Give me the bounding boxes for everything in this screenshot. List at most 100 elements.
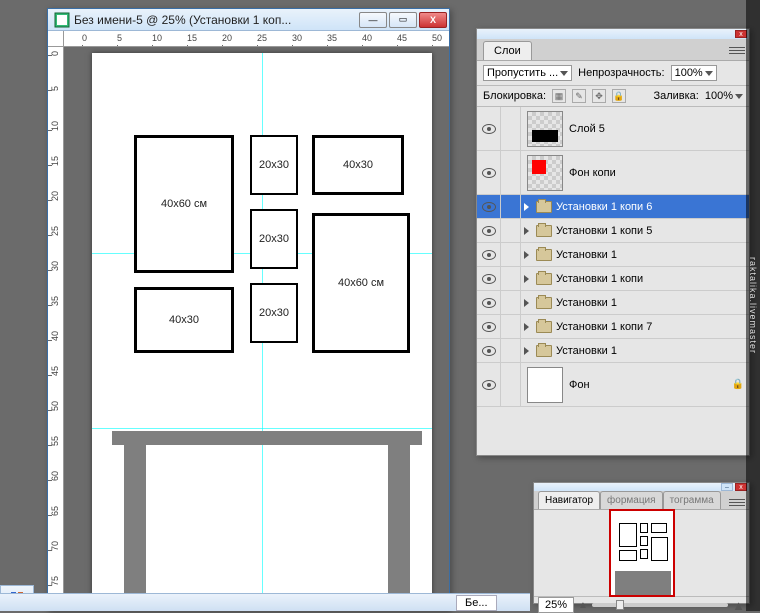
zoom-slider[interactable] [592,603,728,607]
layer-name[interactable]: Фон [569,379,731,391]
maximize-button[interactable]: ▭ [389,12,417,28]
disclosure-triangle-icon[interactable] [524,227,529,235]
taskbar-item[interactable]: Бе... [456,595,497,611]
lock-position-icon[interactable]: ✥ [592,89,606,103]
visibility-toggle[interactable] [477,243,501,266]
panel-menu-icon[interactable] [729,43,745,57]
frame-20x30-2[interactable]: 20х30 [250,209,298,269]
lock-all-icon[interactable]: 🔒 [612,89,626,103]
lock-transparent-icon[interactable]: ▦ [552,89,566,103]
layer-name[interactable]: Фон копи [569,167,749,179]
visibility-toggle[interactable] [477,291,501,314]
layer-thumbnail[interactable] [527,367,563,403]
opacity-input[interactable]: 100% [671,65,717,81]
layer-row[interactable]: Фон🔒 [477,363,749,407]
layer-name[interactable]: Установки 1 [556,297,749,309]
minimize-button[interactable]: — [359,12,387,28]
frame-40x30-1[interactable]: 40х30 [312,135,404,195]
disclosure-triangle-icon[interactable] [524,203,529,211]
frame-40x30-2[interactable]: 40х30 [134,287,234,353]
link-column[interactable] [501,107,521,150]
layer-name[interactable]: Установки 1 [556,249,749,261]
panel-menu-icon[interactable] [729,495,745,509]
layer-row[interactable]: Установки 1 копи 6 [477,195,749,219]
zoom-out-icon[interactable]: ▲ [578,600,588,611]
panel-titlebar[interactable]: – x [534,483,749,491]
layer-row[interactable]: Установки 1 [477,291,749,315]
visibility-toggle[interactable] [477,107,501,150]
ruler-vertical[interactable]: 051015202530354045505560657075 [48,47,64,610]
frame-20x30-1[interactable]: 20х30 [250,135,298,195]
link-column[interactable] [501,291,521,314]
fill-input[interactable]: 100% [705,90,743,102]
layer-name[interactable]: Слой 5 [569,123,749,135]
folder-icon [536,225,552,237]
visibility-toggle[interactable] [477,219,501,242]
tab-navigator[interactable]: Навигатор [538,491,600,509]
panel-titlebar[interactable]: x [477,29,749,39]
link-column[interactable] [501,151,521,194]
document-page[interactable]: 40х60 см 20х30 40х30 20х30 40х60 см 20х3… [92,53,432,610]
link-column[interactable] [501,339,521,362]
link-column[interactable] [501,195,521,218]
layer-name[interactable]: Установки 1 копи 6 [556,201,749,213]
visibility-toggle[interactable] [477,151,501,194]
navigator-thumbnail [610,510,674,596]
ruler-origin[interactable] [48,31,64,47]
titlebar[interactable]: Без имени-5 @ 25% (Установки 1 коп... — … [48,9,449,31]
frame-40x60-1[interactable]: 40х60 см [134,135,234,273]
navigator-viewport[interactable] [609,509,675,597]
layer-row[interactable]: Установки 1 копи 5 [477,219,749,243]
navigator-preview[interactable] [534,510,749,596]
link-column[interactable] [501,315,521,338]
link-column[interactable] [501,243,521,266]
disclosure-triangle-icon[interactable] [524,323,529,331]
layer-thumbnail[interactable] [527,111,563,147]
frame-20x30-3[interactable]: 20х30 [250,283,298,343]
layer-row[interactable]: Фон копи [477,151,749,195]
frame-40x60-2[interactable]: 40х60 см [312,213,410,353]
blend-mode-select[interactable]: Пропустить ... [483,65,572,81]
link-column[interactable] [501,363,521,406]
visibility-toggle[interactable] [477,363,501,406]
ruler-tick: 25 [257,33,267,43]
disclosure-triangle-icon[interactable] [524,299,529,307]
layer-lock-row: Блокировка: ▦ ✎ ✥ 🔒 Заливка: 100% [477,86,749,107]
disclosure-triangle-icon[interactable] [524,275,529,283]
disclosure-triangle-icon[interactable] [524,251,529,259]
canvas-area[interactable]: 40х60 см 20х30 40х30 20х30 40х60 см 20х3… [64,47,449,610]
layer-name[interactable]: Установки 1 [556,345,749,357]
visibility-toggle[interactable] [477,195,501,218]
tab-info[interactable]: формация [600,491,663,509]
visibility-toggle[interactable] [477,339,501,362]
layers-list[interactable]: Слой 5 Фон копи Установки 1 копи 6 Установк… [477,107,749,455]
ruler-tick: 50 [432,33,442,43]
visibility-toggle[interactable] [477,315,501,338]
ruler-horizontal[interactable]: 05101520253035404550 [64,31,449,47]
layer-name[interactable]: Установки 1 копи 7 [556,321,749,333]
layer-name[interactable]: Установки 1 копи 5 [556,225,749,237]
ruler-tick: 5 [50,86,60,91]
disclosure-triangle-icon[interactable] [524,347,529,355]
layer-name[interactable]: Установки 1 копи [556,273,749,285]
visibility-toggle[interactable] [477,267,501,290]
app-icon [54,12,70,28]
panel-minimize-button[interactable]: – [721,483,733,491]
tab-layers[interactable]: Слои [483,41,532,60]
link-column[interactable] [501,267,521,290]
lock-pixels-icon[interactable]: ✎ [572,89,586,103]
eye-icon [482,322,496,332]
zoom-in-icon[interactable]: ▲ [732,598,745,613]
layer-row[interactable]: Установки 1 копи 7 [477,315,749,339]
layer-row[interactable]: Установки 1 [477,339,749,363]
tab-histogram[interactable]: тограмма [663,491,721,509]
layer-row[interactable]: Установки 1 копи [477,267,749,291]
frame-label: 20х30 [259,307,289,319]
link-column[interactable] [501,219,521,242]
slider-thumb[interactable] [616,600,624,610]
layer-row[interactable]: Слой 5 [477,107,749,151]
close-button[interactable]: X [419,12,447,28]
layer-thumbnail[interactable] [527,155,563,191]
layer-row[interactable]: Установки 1 [477,243,749,267]
lock-label: Блокировка: [483,90,546,102]
